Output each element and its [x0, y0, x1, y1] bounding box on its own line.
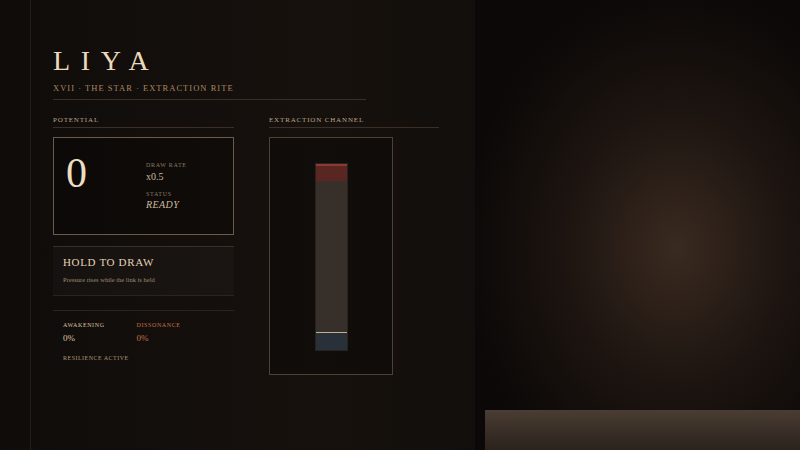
meter-label: AWAKENING	[63, 322, 105, 329]
hold-to-draw-button[interactable]: HOLD TO DRAW Pressure rises while the li…	[53, 246, 234, 296]
potential-stat: STATUSREADY	[146, 191, 223, 211]
character-name: LIYA	[53, 46, 475, 77]
scene-figure	[475, 0, 800, 450]
potential-value: 0	[66, 148, 146, 226]
stat-value: READY	[146, 198, 223, 211]
scene-plinth	[485, 410, 800, 450]
title-rule	[53, 99, 366, 100]
channel-column: EXTRACTION CHANNEL	[269, 116, 439, 375]
hud-body: POTENTIAL 0 DRAW RATEx0.5 STATUSREADY HOL…	[53, 116, 475, 375]
potential-label: POTENTIAL	[53, 116, 234, 127]
meter-value: 0%	[137, 333, 181, 345]
channel-danger-cap	[316, 164, 347, 181]
character-subtitle: XVII · THE STAR · EXTRACTION RITE	[53, 83, 475, 93]
meter-readout: AWAKENING 0%	[63, 322, 105, 344]
potential-stat: DRAW RATEx0.5	[146, 162, 223, 182]
channel-body	[316, 181, 347, 332]
stat-label: DRAW RATE	[146, 162, 223, 169]
stat-value: x0.5	[146, 170, 223, 183]
stat-label: STATUS	[146, 191, 223, 198]
channel-label: EXTRACTION CHANNEL	[269, 116, 439, 127]
potential-stats: DRAW RATEx0.5 STATUSREADY	[146, 148, 223, 226]
potential-box: 0 DRAW RATEx0.5 STATUSREADY	[53, 137, 234, 235]
hud-panel: LIYA XVII · THE STAR · EXTRACTION RITE P…	[30, 0, 475, 450]
action-title: HOLD TO DRAW	[63, 256, 224, 269]
potential-rule	[53, 127, 234, 128]
meter-readout: DISSONANCE 0%	[137, 322, 181, 344]
channel-base	[316, 332, 347, 350]
channel-rule	[269, 127, 439, 128]
meter-row: AWAKENING 0% DISSONANCE 0%	[53, 310, 234, 344]
game-screen: LIYA XVII · THE STAR · EXTRACTION RITE P…	[0, 0, 800, 450]
potential-column: POTENTIAL 0 DRAW RATEx0.5 STATUSREADY HOL…	[53, 116, 234, 375]
resilience-status: RESILIENCE ACTIVE	[53, 344, 234, 363]
meter-value: 0%	[63, 333, 105, 345]
meter-label: DISSONANCE	[137, 322, 181, 329]
action-hint: Pressure rises while the link is held	[63, 276, 224, 284]
channel-track[interactable]	[315, 163, 348, 351]
channel-box	[269, 137, 393, 375]
